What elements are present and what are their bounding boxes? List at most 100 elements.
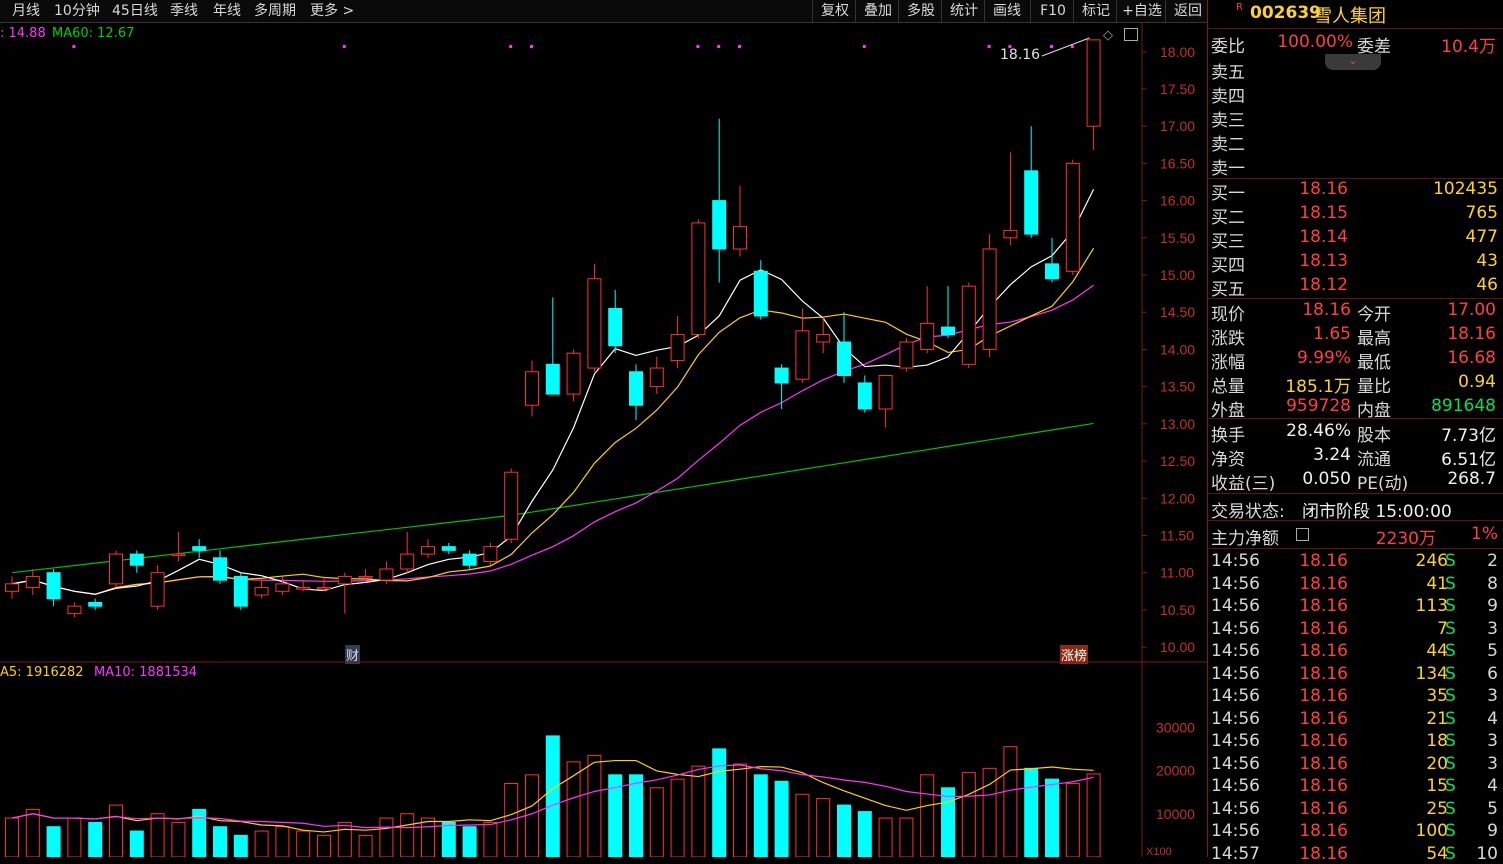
candle-body	[878, 374, 893, 410]
stat-label: 现价	[1211, 305, 1245, 325]
volume-bar	[1003, 746, 1018, 857]
statistics-button[interactable]: 统计	[941, 0, 986, 22]
buy-level-price[interactable]: 18.14	[1268, 227, 1348, 247]
candle-body	[795, 330, 810, 380]
more-button[interactable]: 更多 >	[310, 0, 354, 22]
y-tick-label: 10.00	[1160, 639, 1195, 655]
volume-bar	[25, 808, 40, 857]
candle-body	[275, 583, 290, 592]
tick-side: S	[1445, 798, 1456, 819]
tick-side: S	[1445, 686, 1456, 706]
tick-side: S	[1445, 843, 1456, 864]
period-10min[interactable]: 10分钟	[54, 0, 100, 22]
tick-volume: 20	[1426, 753, 1448, 774]
volume-bar	[816, 798, 831, 857]
period-quarterly[interactable]: 季线	[170, 0, 198, 22]
candle-body	[25, 575, 40, 589]
tick-price: 18.16	[1299, 641, 1348, 661]
candle-body	[213, 557, 227, 581]
candle-body	[88, 601, 103, 607]
tick-volume: 21	[1426, 708, 1448, 729]
volume-bar	[587, 754, 602, 857]
multi-stock-button[interactable]: 多股	[898, 0, 943, 22]
tick-side: S	[1445, 821, 1456, 841]
volume-bar	[857, 811, 872, 857]
y-tick-label: 10.50	[1160, 602, 1195, 618]
buy-level-price[interactable]: 18.13	[1268, 251, 1348, 271]
list-icon[interactable]	[1296, 528, 1309, 541]
volume-bar	[899, 817, 914, 857]
y-tick-label: 13.00	[1160, 416, 1195, 432]
period-monthly[interactable]: 月线	[12, 0, 40, 22]
trade-status-value: 闭市阶段 15:00:00	[1302, 502, 1452, 522]
volume-bar	[88, 821, 103, 857]
vol-tick-label: 20000	[1156, 763, 1195, 779]
stat-label: 最高	[1357, 329, 1391, 349]
volume-bar	[275, 826, 290, 857]
tick-side: S	[1445, 708, 1456, 729]
ma60-line	[11, 422, 1094, 574]
signal-marker	[738, 45, 741, 48]
candle-body	[920, 322, 935, 350]
tick-count: 4	[1487, 708, 1498, 729]
candle-body	[109, 553, 123, 585]
y-tick-label: 14.50	[1160, 304, 1195, 320]
volume-bar	[254, 830, 269, 857]
stat-label: 量比	[1357, 377, 1391, 397]
y-tick-label: 11.00	[1160, 565, 1194, 581]
sell-level-label: 卖三	[1211, 111, 1245, 131]
signal-marker	[862, 45, 866, 48]
signal-marker	[717, 45, 721, 48]
mark-button[interactable]: 标记	[1073, 0, 1118, 22]
multi-period-button[interactable]: 多周期	[254, 0, 296, 22]
candle-body	[941, 326, 955, 336]
draw-line-button[interactable]: 画线	[984, 0, 1029, 22]
volume-bar	[691, 765, 706, 857]
volume-bar	[421, 817, 435, 857]
buy-level-price[interactable]: 18.12	[1268, 275, 1348, 295]
stock-name: 雪人集团	[1314, 6, 1386, 27]
overlay-button[interactable]: 叠加	[855, 0, 900, 22]
candle-body	[670, 334, 685, 362]
restore-rights-button[interactable]: 复权	[812, 0, 857, 22]
signal-marker	[1008, 45, 1012, 48]
stat-value: 0.050	[1302, 469, 1351, 489]
stat-value: 1.65	[1313, 324, 1351, 344]
candle-body	[816, 334, 831, 343]
period-yearly[interactable]: 年线	[213, 0, 241, 22]
candle-body	[296, 587, 311, 590]
add-watchlist-button[interactable]: +自选	[1116, 0, 1167, 22]
tick-time: 14:56	[1211, 821, 1260, 841]
tick-count: 8	[1487, 573, 1498, 594]
vol-tick-label: 30000	[1156, 719, 1195, 735]
main-force-label: 主力净额	[1211, 529, 1279, 549]
buy-level-price[interactable]: 18.15	[1268, 203, 1348, 223]
candle-body	[358, 575, 373, 579]
volume-bar	[462, 826, 477, 857]
tick-count: 4	[1487, 776, 1498, 796]
period-45day[interactable]: 45日线	[112, 0, 158, 22]
tick-price: 18.16	[1299, 708, 1348, 729]
volume-bar	[712, 748, 727, 857]
volume-bar	[941, 787, 955, 857]
volume-bar	[920, 774, 935, 857]
buy-level-label: 买四	[1211, 256, 1245, 276]
buy-level-price[interactable]: 18.16	[1268, 179, 1348, 199]
collapse-chevron-icon[interactable]: ⌄	[1325, 54, 1381, 70]
tick-price: 18.16	[1299, 776, 1348, 796]
tick-volume: 113	[1415, 596, 1448, 616]
candle-body	[712, 200, 727, 250]
back-button[interactable]: 返回	[1165, 0, 1210, 22]
stat-label: 涨跌	[1211, 329, 1245, 349]
main-force-pct: 1%	[1471, 524, 1498, 544]
tick-time: 14:56	[1211, 596, 1260, 616]
signal-marker	[1070, 45, 1074, 48]
candle-body	[400, 553, 415, 570]
weibi-label: 委比	[1211, 37, 1245, 57]
high-callout-arrow	[1041, 37, 1090, 57]
candle-body	[691, 222, 706, 336]
f10-button[interactable]: F10	[1030, 0, 1075, 22]
stat-value: 17.00	[1447, 300, 1496, 320]
candlestick-chart[interactable]: 18.00 17.50 17.00 16.50 16.00 15.50 15.00 14.50…	[0, 22, 1207, 857]
tick-volume: 7	[1437, 618, 1448, 639]
